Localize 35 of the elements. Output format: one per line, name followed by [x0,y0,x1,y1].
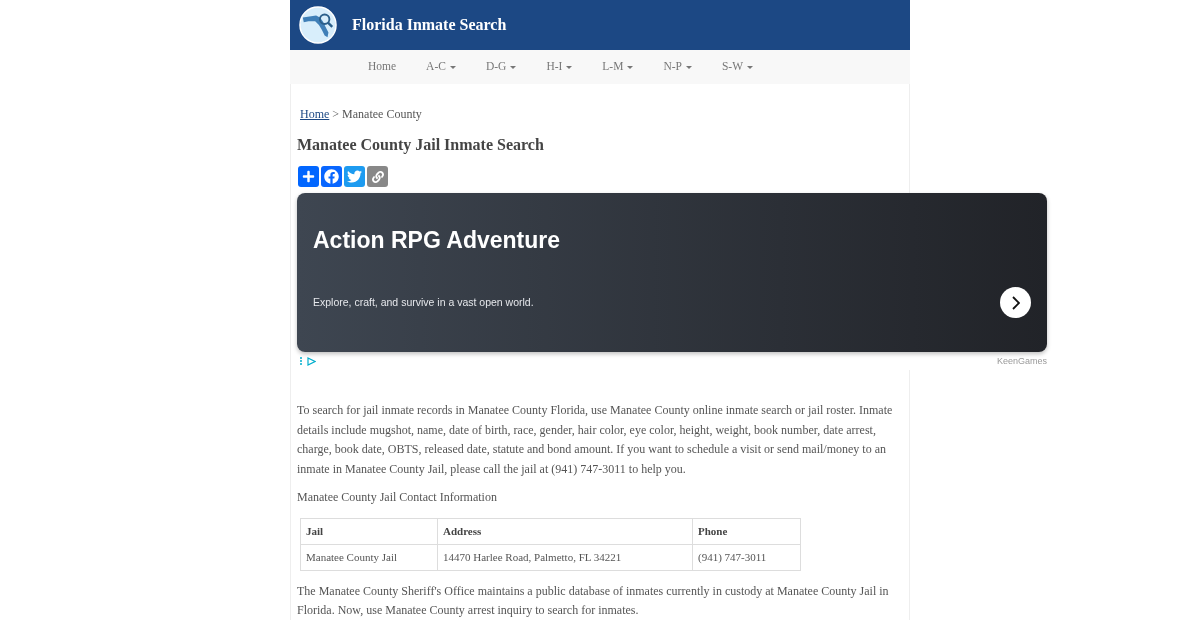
intro-paragraph: To search for jail inmate records in Manatee County Florida, use Manatee County online inmate search or jail roster. Inmate details include mugshot, name, date of birth, race, gender, hair color, eye color, height, weight, book number, date arrest, charge, book date, OBTS, released date, statute and bond amount. If you want to schedule a visit or send mail/money to an inmate in Manatee County Jail, please call the jail at (941) 747-3011 to help you. [297,402,894,478]
table-header-cell: Jail [300,518,438,544]
nav-link[interactable]: H-I [531,58,588,76]
ad-title: Action RPG Adventure [313,226,561,254]
facebook-icon [324,169,339,184]
breadcrumb-link[interactable]: Home [300,105,330,124]
ad-text: Explore, craft, and survive in a vast open world. [313,295,534,309]
triangle-icon[interactable] [307,356,316,366]
table-cell: 14470 Harlee Road, Palmetto, FL 34221 [437,544,693,570]
nav-link[interactable]: A-C [411,58,471,76]
twitter-share-button[interactable] [344,166,365,187]
table-header-cell: Address [437,518,693,544]
nav-link[interactable]: D-G [470,58,532,76]
nav-link[interactable]: Home [353,58,412,76]
table-cell: (941) 747-3011 [692,544,801,570]
nav-link[interactable]: N-P [648,58,707,76]
copy-link-button[interactable] [367,166,388,187]
next-button[interactable] [1000,287,1031,318]
bird-icon [347,169,362,184]
breadcrumb-current: > Manatee County [332,106,422,123]
page-title: Manatee County Jail Inmate Search [297,135,545,156]
link-icon [371,170,384,183]
table-header-cell: Phone [692,518,801,544]
plus-icon [302,170,315,183]
table-cell: Manatee County Jail [300,544,438,570]
nav-link[interactable]: S-W [706,58,769,76]
ad-advertiser: KeenGames [996,355,1047,367]
logo-icon [299,6,337,44]
share-button[interactable] [298,166,319,187]
nav-link[interactable]: L-M [587,58,649,76]
outro-paragraph: The Manatee County Sheriff's Office maintains a public database of inmates currently in custody at Manatee County Jail in Florida. Now, use Manatee County arrest inquiry to search for inmates. [297,582,890,619]
contact-heading: Manatee County Jail Contact Information [297,489,498,506]
site-title[interactable]: Florida Inmate Search [352,13,507,37]
facebook-share-button[interactable] [321,166,342,187]
chevron-right-icon [1011,295,1020,310]
